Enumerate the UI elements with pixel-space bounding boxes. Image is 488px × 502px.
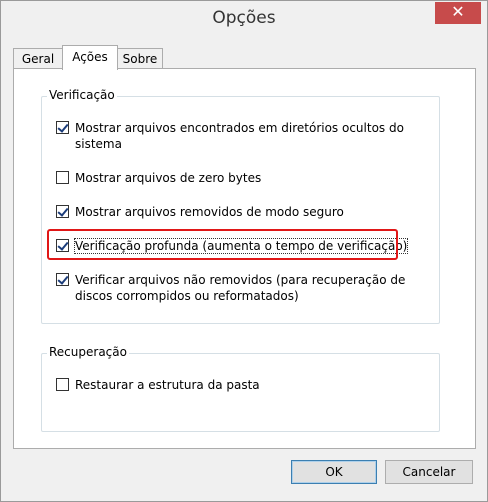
- close-icon: ✕: [451, 2, 465, 21]
- tab-label: Ações: [72, 50, 108, 64]
- checkbox-zero-bytes[interactable]: [56, 171, 69, 184]
- cancel-button[interactable]: Cancelar: [385, 460, 473, 484]
- tab-acoes[interactable]: Ações: [62, 45, 118, 70]
- recovery-group-title: Recuperação: [47, 345, 129, 359]
- verification-group-title: Verificação: [47, 88, 117, 102]
- checkbox-not-removed[interactable]: [56, 273, 69, 286]
- tab-sobre[interactable]: Sobre: [117, 48, 163, 69]
- recovery-group: Recuperação Restaurar a estrutura da pas…: [41, 345, 440, 432]
- tab-geral[interactable]: Geral: [13, 48, 63, 69]
- options-dialog: Opções ✕ Geral Ações Sobre Verificação M…: [0, 0, 488, 502]
- checkbox-hidden-dirs[interactable]: [56, 121, 69, 134]
- window-title: Opções: [212, 8, 276, 28]
- tab-label: Sobre: [122, 52, 158, 66]
- tab-label: Geral: [21, 52, 55, 66]
- close-button[interactable]: ✕: [435, 2, 481, 24]
- title-bar: Opções ✕: [1, 1, 487, 41]
- highlight-box: [47, 229, 398, 260]
- option-label: Mostrar arquivos encontrados em diretóri…: [75, 121, 404, 151]
- checkbox-secure-removed[interactable]: [56, 205, 69, 218]
- option-hidden-dirs[interactable]: Mostrar arquivos encontrados em diretóri…: [56, 120, 431, 154]
- option-zero-bytes[interactable]: Mostrar arquivos de zero bytes: [56, 170, 431, 188]
- option-secure-removed[interactable]: Mostrar arquivos removidos de modo segur…: [56, 204, 431, 222]
- option-label: Mostrar arquivos removidos de modo segur…: [75, 205, 344, 219]
- option-label: Mostrar arquivos de zero bytes: [75, 171, 262, 185]
- option-not-removed[interactable]: Verificar arquivos não removidos (para r…: [56, 272, 431, 306]
- checkbox-restore-structure[interactable]: [56, 378, 69, 391]
- option-label: Restaurar a estrutura da pasta: [75, 378, 260, 392]
- verification-group: Verificação Mostrar arquivos encontrados…: [41, 88, 440, 324]
- option-restore-structure[interactable]: Restaurar a estrutura da pasta: [56, 377, 431, 395]
- ok-button[interactable]: OK: [291, 460, 377, 484]
- option-label: Verificar arquivos não removidos (para r…: [75, 273, 406, 303]
